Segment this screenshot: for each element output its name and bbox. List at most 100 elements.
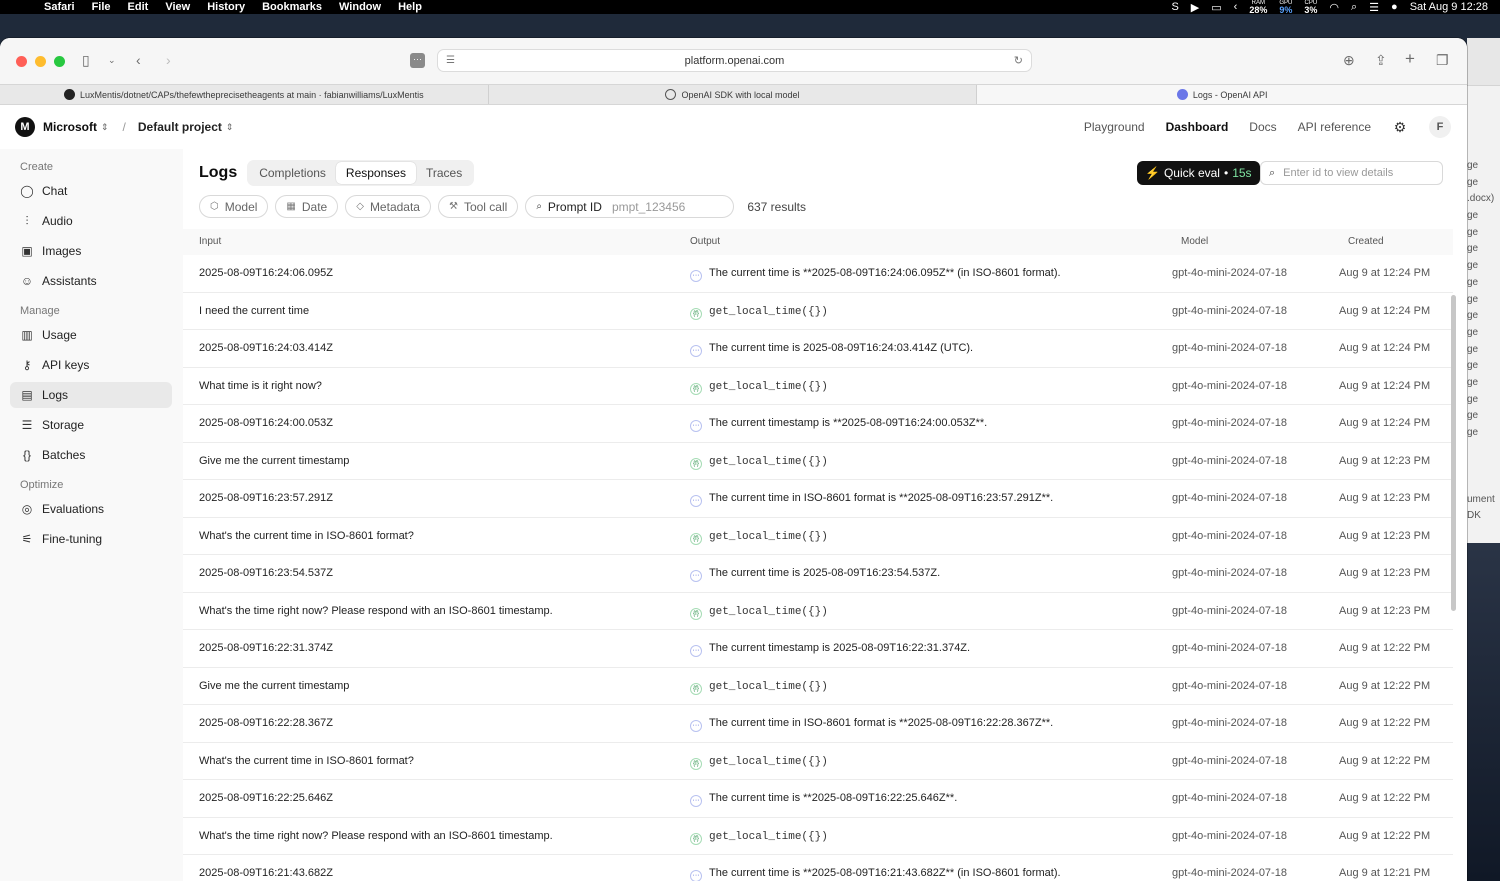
quick-eval-button[interactable]: ⚡ Quick eval • 15s — [1137, 161, 1260, 185]
row-output-text: The current time is **2025-08-09T16:22:2… — [709, 792, 958, 804]
prompt-id-filter[interactable]: ⌕ Prompt ID pmpt_123456 — [525, 195, 735, 218]
gear-icon[interactable]: ⚙ — [1392, 119, 1408, 135]
table-row[interactable]: What's the time right now? Please respon… — [183, 593, 1453, 630]
org-avatar[interactable]: M — [15, 117, 35, 137]
nav-api-reference[interactable]: API reference — [1298, 120, 1371, 134]
user-avatar[interactable]: F — [1429, 116, 1451, 138]
tab-responses[interactable]: Responses — [335, 162, 416, 184]
column-output[interactable]: Output — [690, 236, 720, 247]
cpu-stat[interactable]: CPU 3% — [1304, 0, 1317, 15]
sidebar-item-usage[interactable]: ▥ Usage — [10, 322, 172, 348]
background-text-line — [1467, 442, 1500, 459]
control-center-icon[interactable]: ☰ — [1369, 1, 1379, 14]
table-row[interactable]: 2025-08-09T16:23:54.537Z ··· The current t… — [183, 555, 1453, 593]
wifi-icon[interactable]: ◠ — [1329, 1, 1339, 14]
gpu-stat[interactable]: GPU 9% — [1279, 0, 1292, 15]
table-row[interactable]: Give me the current timestamp {f} get_loca… — [183, 668, 1453, 705]
forward-icon[interactable]: › — [166, 52, 171, 68]
column-input[interactable]: Input — [199, 236, 221, 247]
table-row[interactable]: What's the time right now? Please respon… — [183, 818, 1453, 855]
chevron-left-icon[interactable]: ‹ — [1234, 1, 1238, 13]
status-s-icon[interactable]: S — [1171, 1, 1178, 13]
downloads-icon[interactable]: ⊕ — [1343, 52, 1355, 69]
nav-dashboard[interactable]: Dashboard — [1166, 120, 1229, 134]
tab-logs[interactable]: Logs - OpenAI API — [977, 85, 1467, 104]
menu-view[interactable]: View — [165, 1, 190, 13]
org-switcher[interactable]: Microsoft — [43, 120, 97, 134]
table-row[interactable]: 2025-08-09T16:23:57.291Z ··· The current t… — [183, 480, 1453, 518]
table-row[interactable]: What time is it right now? {f} get_local_t… — [183, 368, 1453, 405]
url-text[interactable]: platform.openai.com — [685, 55, 785, 67]
menu-window[interactable]: Window — [339, 1, 381, 13]
sidebar-item-label: Storage — [42, 418, 85, 432]
chevron-updown-icon[interactable]: ⇕ — [226, 122, 234, 133]
sidebar-item-audio[interactable]: ⫶ Audio — [10, 208, 172, 234]
menu-file[interactable]: File — [92, 1, 111, 13]
column-model[interactable]: Model — [1181, 236, 1208, 247]
sidebar-item-storage[interactable]: ☰ Storage — [10, 412, 172, 438]
zoom-window-button[interactable] — [54, 55, 65, 67]
project-switcher[interactable]: Default project — [138, 120, 222, 134]
menu-history[interactable]: History — [207, 1, 245, 13]
table-row[interactable]: 2025-08-09T16:24:03.414Z ··· The current t… — [183, 330, 1453, 368]
id-search-input[interactable]: ⌕ Enter id to view details — [1260, 161, 1443, 185]
play-icon[interactable]: ▶ — [1191, 1, 1199, 14]
clock[interactable]: Sat Aug 9 12:28 — [1410, 1, 1488, 13]
row-output-text: get_local_time({}) — [709, 680, 828, 693]
menu-help[interactable]: Help — [398, 1, 422, 13]
new-tab-icon[interactable]: + — [1405, 49, 1415, 69]
ram-stat[interactable]: RAM 28% — [1249, 0, 1267, 15]
nav-playground[interactable]: Playground — [1084, 120, 1145, 134]
minimize-window-button[interactable] — [35, 55, 46, 67]
sidebar-item-api-keys[interactable]: ⚷ API keys — [10, 352, 172, 378]
table-row[interactable]: Give me the current timestamp {f} get_loca… — [183, 443, 1453, 480]
menu-app-name[interactable]: Safari — [44, 1, 75, 13]
safari-window: ▯ ⌄ ‹ › ··· ☰ platform.openai.com ↻ ⊕ ⇪ … — [0, 38, 1467, 881]
table-row[interactable]: 2025-08-09T16:22:28.367Z ··· The current t… — [183, 705, 1453, 743]
filter-model[interactable]: ⬡ Model — [199, 195, 269, 218]
sidebar-item-evaluations[interactable]: ◎ Evaluations — [10, 496, 172, 522]
row-input: 2025-08-09T16:24:03.414Z — [199, 342, 333, 354]
tab-openai-sdk[interactable]: OpenAI SDK with local model — [489, 85, 978, 104]
column-created[interactable]: Created — [1348, 236, 1384, 247]
close-window-button[interactable] — [16, 55, 27, 67]
menu-edit[interactable]: Edit — [128, 1, 149, 13]
table-row[interactable]: 2025-08-09T16:22:31.374Z ··· The current t… — [183, 630, 1453, 668]
tab-traces[interactable]: Traces — [416, 162, 472, 184]
page-settings-icon[interactable]: ☰ — [446, 55, 455, 66]
sidebar-item-logs[interactable]: ▤ Logs — [10, 382, 172, 408]
sidebar-item-chat[interactable]: ◯ Chat — [10, 178, 172, 204]
menu-bookmarks[interactable]: Bookmarks — [262, 1, 322, 13]
chevron-updown-icon[interactable]: ⇕ — [101, 122, 109, 133]
sidebar-item-label: Batches — [42, 448, 86, 462]
table-row[interactable]: What's the current time in ISO-8601 form… — [183, 743, 1453, 780]
table-row[interactable]: What's the current time in ISO-8601 form… — [183, 518, 1453, 555]
table-row[interactable]: 2025-08-09T16:22:25.646Z ··· The current t… — [183, 780, 1453, 818]
reload-icon[interactable]: ↻ — [1014, 54, 1023, 67]
filter-date[interactable]: ▦ Date — [275, 195, 339, 218]
back-icon[interactable]: ‹ — [136, 52, 141, 68]
sidebar-item-assistants[interactable]: ☺ Assistants — [10, 268, 172, 294]
table-row[interactable]: 2025-08-09T16:21:43.682Z ··· The current t… — [183, 855, 1453, 881]
scrollbar[interactable] — [1451, 295, 1456, 611]
filter-tool-call[interactable]: ⚒ Tool call — [437, 195, 519, 218]
table-row[interactable]: I need the current time {f} get_local_time… — [183, 293, 1453, 330]
chevron-down-icon[interactable]: ⌄ — [108, 55, 116, 66]
sidebar-toggle-icon[interactable]: ▯ — [82, 52, 90, 69]
extension-icon[interactable]: ··· — [410, 53, 425, 68]
sidebar-item-batches[interactable]: {} Batches — [10, 442, 172, 468]
spotlight-icon[interactable]: ⌕ — [1351, 1, 1357, 14]
table-row[interactable]: 2025-08-09T16:24:00.053Z ··· The current t… — [183, 405, 1453, 443]
tab-overview-icon[interactable]: ❐ — [1436, 52, 1449, 69]
battery-icon[interactable]: ▭ — [1211, 1, 1221, 14]
share-icon[interactable]: ⇪ — [1375, 52, 1387, 69]
address-bar[interactable]: ☰ platform.openai.com ↻ — [437, 49, 1032, 72]
sidebar-item-images[interactable]: ▣ Images — [10, 238, 172, 264]
table-row[interactable]: 2025-08-09T16:24:06.095Z ··· The current t… — [183, 255, 1453, 293]
nav-docs[interactable]: Docs — [1249, 120, 1276, 134]
tab-github[interactable]: LuxMentis/dotnet/CAPs/thefewthepreciseth… — [0, 85, 489, 104]
siri-icon[interactable]: ● — [1391, 1, 1398, 13]
sidebar-item-fine-tuning[interactable]: ⚟ Fine-tuning — [10, 526, 172, 552]
filter-metadata[interactable]: ◇ Metadata — [345, 195, 431, 218]
tab-completions[interactable]: Completions — [249, 162, 336, 184]
